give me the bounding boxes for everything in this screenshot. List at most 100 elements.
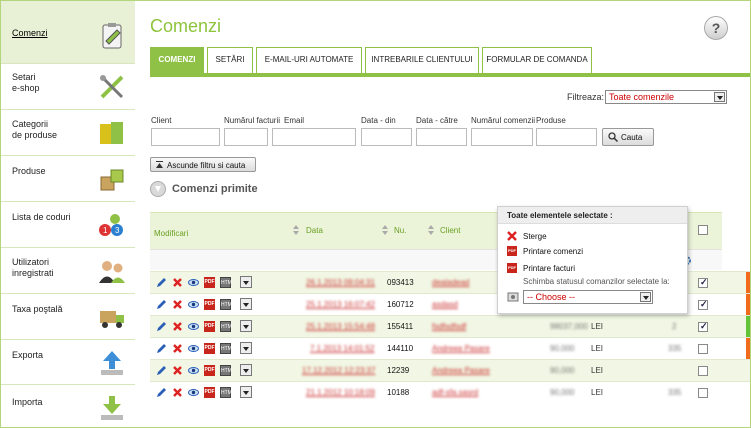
- column-header-number[interactable]: Nu.: [394, 226, 406, 235]
- delete-icon[interactable]: [172, 387, 183, 398]
- html-icon[interactable]: HTM: [220, 387, 232, 398]
- row-dropdown-button[interactable]: [240, 298, 252, 310]
- tab-intrebari[interactable]: INTREBARILE CLIENTULUI: [365, 47, 479, 73]
- row-checkbox[interactable]: [698, 321, 708, 332]
- view-eye-icon[interactable]: [188, 299, 199, 310]
- products-input[interactable]: [536, 128, 597, 146]
- html-icon[interactable]: HTM: [220, 277, 232, 288]
- svg-text:1: 1: [103, 226, 108, 235]
- chevron-down-icon: [714, 92, 725, 102]
- sidebar-item-utilizatori[interactable]: Utilizatori inregistrati: [1, 248, 135, 294]
- date-from-input[interactable]: [361, 128, 412, 146]
- sidebar-item-produse[interactable]: Produse: [1, 156, 135, 202]
- pdf-icon[interactable]: PDF: [204, 387, 215, 398]
- row-dropdown-button[interactable]: [240, 386, 252, 398]
- edit-pencil-icon[interactable]: [156, 365, 167, 376]
- date-to-input[interactable]: [416, 128, 467, 146]
- order-number-input[interactable]: [471, 128, 533, 146]
- order-client[interactable]: Andreea Pasare: [432, 344, 490, 353]
- row-dropdown-button[interactable]: [240, 364, 252, 376]
- order-client[interactable]: asdasd: [432, 300, 458, 309]
- tab-setari[interactable]: SETĂRI: [207, 47, 253, 73]
- order-date[interactable]: 25.1.2013 16:07:42: [306, 300, 375, 309]
- html-icon[interactable]: HTM: [220, 343, 232, 354]
- edit-pencil-icon[interactable]: [156, 343, 167, 354]
- order-client[interactable]: Andreea Pasare: [432, 366, 490, 375]
- view-eye-icon[interactable]: [188, 277, 199, 288]
- filter-select[interactable]: Toate comenzile: [605, 90, 727, 104]
- edit-pencil-icon[interactable]: [156, 277, 167, 288]
- pdf-icon[interactable]: PDF: [204, 299, 215, 310]
- order-date[interactable]: 17.12.2012 12:23:37: [302, 366, 375, 375]
- delete-icon[interactable]: [172, 299, 183, 310]
- view-eye-icon[interactable]: [188, 387, 199, 398]
- row-checkbox[interactable]: [698, 299, 708, 310]
- tools-icon: [100, 75, 124, 99]
- search-icon: [608, 132, 618, 142]
- order-date[interactable]: 7.1.2013 14:01:52: [310, 344, 375, 353]
- column-header-client[interactable]: Client: [440, 226, 460, 235]
- invoice-input[interactable]: [224, 128, 268, 146]
- row-checkbox[interactable]: [698, 344, 708, 354]
- print-invoices-link[interactable]: Printare facturi: [523, 264, 575, 273]
- order-currency: LEI: [591, 344, 604, 353]
- row-dropdown-button[interactable]: [240, 320, 252, 332]
- html-icon[interactable]: HTM: [220, 321, 232, 332]
- row-dropdown-button[interactable]: [240, 276, 252, 288]
- email-field[interactable]: [272, 128, 356, 146]
- view-eye-icon[interactable]: [188, 321, 199, 332]
- order-client[interactable]: fsdfsdfsdf: [432, 322, 466, 331]
- delete-icon[interactable]: [172, 343, 183, 354]
- search-button[interactable]: Cauta: [602, 128, 654, 146]
- sort-icon[interactable]: [293, 225, 300, 237]
- tab-formular[interactable]: FORMULAR DE COMANDA: [482, 47, 592, 73]
- tab-comenzi[interactable]: COMENZI: [150, 47, 204, 73]
- edit-pencil-icon[interactable]: [156, 299, 167, 310]
- app-window: Comenzi Setari e-shop Categorii de produ…: [0, 0, 751, 428]
- hide-filter-button[interactable]: Ascunde filtru si cauta: [150, 157, 256, 172]
- pdf-icon[interactable]: PDF: [204, 277, 215, 288]
- view-eye-icon[interactable]: [188, 343, 199, 354]
- pdf-icon[interactable]: PDF: [204, 343, 215, 354]
- column-header-date[interactable]: Data: [306, 226, 323, 235]
- order-date[interactable]: 25.1.2013 15:54:48: [306, 322, 375, 331]
- collapse-up-icon: [156, 161, 163, 168]
- html-icon[interactable]: HTM: [220, 365, 232, 376]
- sidebar-item-coduri[interactable]: Lista de coduri 1 3: [1, 202, 135, 248]
- order-client[interactable]: dealadead: [432, 278, 469, 287]
- delete-icon[interactable]: [172, 277, 183, 288]
- order-date[interactable]: 26.1.2013 09:04:31: [306, 278, 375, 287]
- sort-icon[interactable]: [382, 225, 389, 237]
- help-button[interactable]: ?: [704, 16, 728, 40]
- row-checkbox[interactable]: [698, 277, 708, 288]
- tab-emailuri[interactable]: E-MAIL-URI AUTOMATE: [256, 47, 362, 73]
- sidebar-item-setari[interactable]: Setari e-shop: [1, 64, 135, 110]
- select-all-checkbox[interactable]: [698, 225, 708, 235]
- row-checkbox[interactable]: [698, 388, 708, 398]
- print-orders-link[interactable]: Printare comenzi: [523, 247, 583, 256]
- client-input[interactable]: [151, 128, 220, 146]
- edit-pencil-icon[interactable]: [156, 321, 167, 332]
- pdf-icon: PDF: [507, 263, 517, 273]
- sidebar-item-importa[interactable]: Importa: [1, 385, 135, 427]
- html-icon[interactable]: HTM: [220, 299, 232, 310]
- pdf-icon[interactable]: PDF: [204, 321, 215, 332]
- sidebar-item-taxa[interactable]: Taxa poştală: [1, 294, 135, 340]
- view-eye-icon[interactable]: [188, 365, 199, 376]
- pdf-icon[interactable]: PDF: [204, 365, 215, 376]
- order-date[interactable]: 21.1.2012 10:18:09: [306, 388, 375, 397]
- row-dropdown-button[interactable]: [240, 342, 252, 354]
- delete-selected-link[interactable]: Sterge: [523, 232, 547, 241]
- row-checkbox[interactable]: [698, 366, 708, 376]
- sidebar-item-categorii[interactable]: Categorii de produse: [1, 110, 135, 156]
- status-select[interactable]: -- Choose --: [523, 290, 653, 304]
- order-client[interactable]: adf-sfa.sasrd: [432, 388, 478, 397]
- client-label: Client: [151, 116, 172, 125]
- sidebar-item-exporta[interactable]: Exporta: [1, 340, 135, 385]
- sort-icon[interactable]: [428, 225, 435, 237]
- delete-icon[interactable]: [172, 365, 183, 376]
- edit-pencil-icon[interactable]: [156, 387, 167, 398]
- sidebar-item-comenzi[interactable]: Comenzi: [1, 1, 135, 64]
- delete-icon[interactable]: [172, 321, 183, 332]
- date-to-label: Data - către: [416, 116, 458, 125]
